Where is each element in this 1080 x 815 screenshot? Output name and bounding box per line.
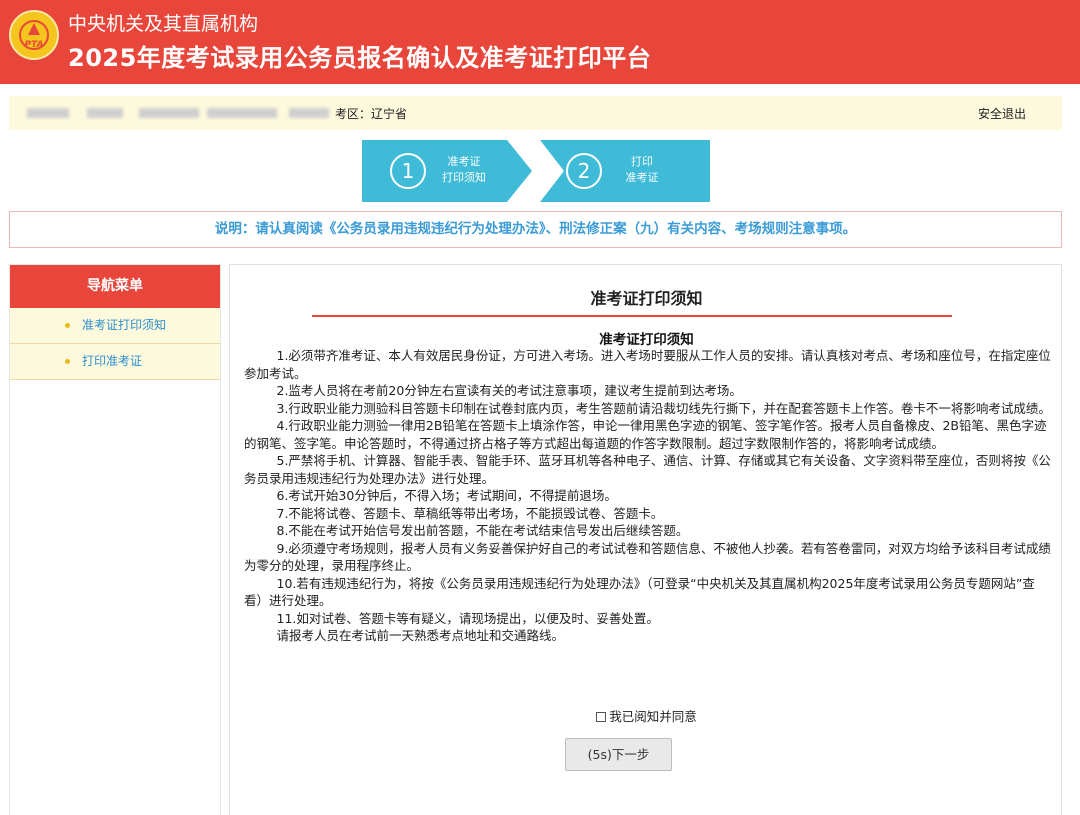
step-label-line2: 准考证 <box>625 171 659 184</box>
rule-item: 1.必须带齐准考证、本人有效居民身份证，方可进入考场。进入考场时要服从工作人员的… <box>244 348 1051 381</box>
rule-item: 11.如对试卷、答题卡等有疑义，请现场提出，以便及时、妥善处置。 <box>276 610 659 626</box>
header-subtitle: 中央机关及其直属机构 <box>68 13 259 35</box>
rule-item: 8.不能在考试开始信号发出前答题，不能在考试结束信号发出后继续答题。 <box>276 523 689 538</box>
bullet-icon <box>65 359 70 364</box>
rule-item: 9.必须遵守考场规则，报考人员有义务妥善保护好自己的考试试卷和答题信息、不被他人… <box>244 540 1051 574</box>
rule-item: 请报考人员在考试前一天熟悉考点地址和交通路线。 <box>276 628 565 643</box>
rule-item: 6.考试开始30分钟后，不得入场；考试期间，不得提前退场。 <box>276 488 617 503</box>
content-title: 准考证打印须知 <box>590 289 703 308</box>
agree-checkbox[interactable] <box>596 712 607 722</box>
step-1-print-notice[interactable]: 1 准考证 打印须知 <box>362 140 532 202</box>
instruction-notice: 说明：请认真阅读《公务员录用违规违纪行为处理办法》、刑法修正案（九）有关内容、考… <box>9 211 1062 248</box>
step-label-line1: 准考证 <box>447 155 481 168</box>
progress-steps: 1 准考证 打印须知 2 打印 准考证 <box>362 140 712 202</box>
logout-link[interactable]: 安全退出 <box>978 105 1026 122</box>
agree-label[interactable]: 我已阅知并同意 <box>609 709 697 724</box>
user-info-bar: 考区：辽宁省 安全退出 <box>9 96 1062 130</box>
rule-item: 7.不能将试卷、答题卡、草稿纸等带出考场，不能损毁试卷、答题卡。 <box>276 505 664 521</box>
rules-text: 1.必须带齐准考证、本人有效居民身份证，方可进入考场。进入考场时要服从工作人员的… <box>244 347 1052 645</box>
title-divider <box>312 315 952 317</box>
main-content: 准考证打印须知 准考证打印须知 1.必须带齐准考证、本人有效居民身份证，方可进入… <box>229 264 1062 815</box>
rule-item: 5.严禁将手机、计算器、智能手表、智能手环、蓝牙耳机等各种电子、通信、计算、存储… <box>244 453 1051 486</box>
sidebar-nav: 导航菜单 准考证打印须知 打印准考证 <box>9 264 221 815</box>
page-title: 2025年度考试录用公务员报名确认及准考证打印平台 <box>68 44 652 72</box>
redacted-user-info <box>27 108 337 118</box>
sidebar-item-label: 打印准考证 <box>82 354 143 368</box>
rule-item: 3.行政职业能力测验科目答题卡印制在试卷封底内页，考生答题前请沿裁切线先行撕下，… <box>276 400 1051 416</box>
rule-item: 4.行政职业能力测验一律用2B铅笔在答题卡上填涂作答，申论一律用黑色字迹的钢笔、… <box>244 418 1047 451</box>
step-2-print-ticket[interactable]: 2 打印 准考证 <box>540 140 710 202</box>
sidebar-item-print-ticket[interactable]: 打印准考证 <box>10 344 220 380</box>
sidebar-item-print-notice[interactable]: 准考证打印须知 <box>10 308 220 344</box>
step-label-line1: 打印 <box>631 155 653 168</box>
exam-region: 考区：辽宁省 <box>335 107 408 121</box>
step-number: 1 <box>390 153 426 189</box>
step-number: 2 <box>566 153 602 189</box>
header-bar: PTA 中央机关及其直属机构 2025年度考试录用公务员报名确认及准考证打印平台 <box>0 0 1080 84</box>
logo-text: PTA <box>24 40 44 50</box>
next-step-button[interactable]: (5s)下一步 <box>565 738 672 771</box>
sidebar-item-label: 准考证打印须知 <box>82 318 167 332</box>
pta-logo-icon: PTA <box>9 10 59 60</box>
rules-title: 准考证打印须知 <box>599 332 694 348</box>
bullet-icon <box>65 323 70 328</box>
sidebar-title: 导航菜单 <box>10 265 220 308</box>
step-label-line2: 打印须知 <box>442 171 486 184</box>
agree-row: 我已阅知并同意 <box>230 706 1063 725</box>
rule-item: 10.若有违规违纪行为，将按《公务员录用违规违纪行为处理办法》（可登录“中央机关… <box>244 575 1035 609</box>
rule-item: 2.监考人员将在考前20分钟左右宣读有关的考试注意事项，建议考生提前到达考场。 <box>276 383 742 398</box>
